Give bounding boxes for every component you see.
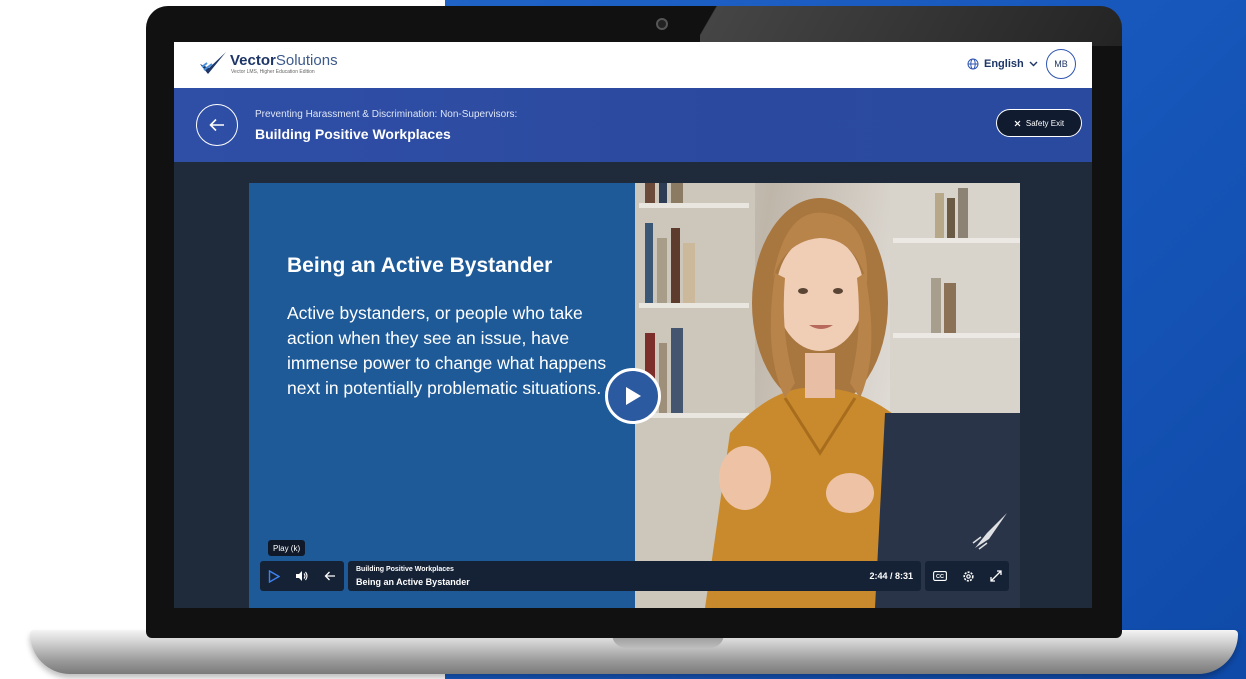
volume-icon[interactable] [295, 570, 309, 582]
chevron-down-icon [1029, 61, 1038, 67]
logo-name: VectorSolutions [230, 52, 338, 69]
top-navbar: VectorSolutions Vector LMS, Higher Educa… [174, 42, 1092, 88]
course-breadcrumb: Preventing Harassment & Discrimination: … [255, 109, 518, 120]
language-selector[interactable]: English [967, 55, 1038, 73]
safety-exit-label: Safety Exit [1025, 118, 1065, 128]
play-icon[interactable] [268, 569, 280, 583]
back-button[interactable] [196, 104, 238, 146]
vector-logo-mark-icon [200, 52, 226, 74]
lesson-title: Being an Active Bystander [356, 577, 470, 587]
safety-exit-button[interactable]: Safety Exit [996, 109, 1082, 137]
time-readout: 2:44 / 8:31 [869, 571, 913, 581]
closed-captions-icon[interactable]: CC [932, 571, 947, 581]
globe-icon [967, 58, 979, 70]
gear-icon[interactable] [962, 570, 975, 583]
arrow-left-icon[interactable] [324, 571, 336, 581]
big-play-button[interactable] [605, 368, 661, 424]
user-avatar[interactable]: MB [1046, 49, 1076, 79]
player-options: CC [925, 561, 1009, 591]
fullscreen-icon[interactable] [989, 570, 1002, 582]
language-label: English [984, 58, 1024, 70]
bezel-reflection [700, 6, 1122, 46]
module-title: Building Positive Workplaces [356, 566, 454, 573]
laptop-screen: VectorSolutions Vector LMS, Higher Educa… [174, 42, 1092, 608]
close-icon [1014, 120, 1021, 127]
progress-bar[interactable]: Building Positive Workplaces Being an Ac… [348, 561, 921, 591]
slide-heading: Being an Active Bystander [287, 254, 553, 277]
playback-controls [260, 561, 344, 591]
course-header: Preventing Harassment & Discrimination: … [174, 88, 1092, 162]
video-player[interactable]: Being an Active Bystander Active bystand… [249, 183, 1020, 608]
arrow-left-icon [209, 118, 225, 132]
logo-tagline: Vector LMS, Higher Education Edition [231, 69, 315, 75]
svg-text:CC: CC [936, 574, 944, 580]
play-icon [623, 385, 643, 407]
play-tooltip: Play (k) [268, 540, 306, 556]
presenter-photo [635, 183, 1020, 608]
slide-text-panel: Being an Active Bystander Active bystand… [249, 183, 635, 608]
course-title: Building Positive Workplaces [255, 126, 451, 142]
vector-solutions-logo[interactable]: VectorSolutions Vector LMS, Higher Educa… [198, 48, 388, 82]
slide-body-text: Active bystanders, or people who take ac… [287, 303, 607, 398]
webcam [656, 18, 668, 30]
presenter-illustration [635, 183, 1020, 608]
